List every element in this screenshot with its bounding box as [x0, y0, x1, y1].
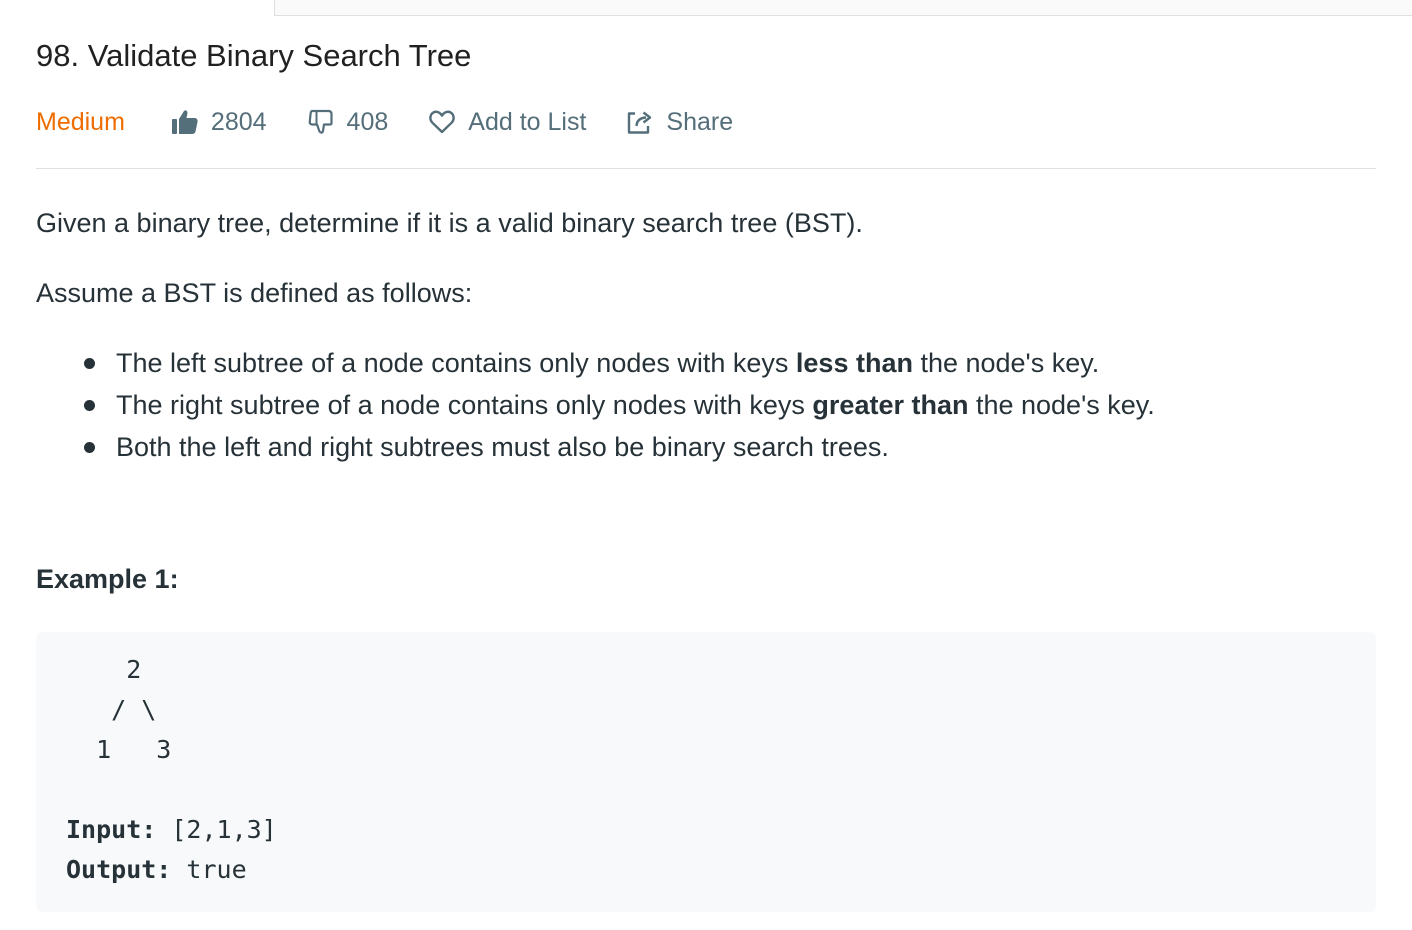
heart-icon [429, 110, 456, 134]
example-title: Example 1: [36, 564, 179, 594]
output-label: Output: [66, 855, 172, 884]
example-pre: 2 / \ 1 3 Input: [2,1,3] Output: true [36, 632, 1376, 890]
share-button[interactable]: Share [626, 108, 733, 137]
tree-line: / \ [66, 695, 157, 724]
share-label: Share [666, 107, 734, 136]
like-button[interactable]: 2804 [171, 108, 267, 137]
add-to-list-button[interactable]: Add to List [428, 108, 586, 137]
share-icon [628, 111, 652, 134]
list-item: Both the left and right subtrees must al… [36, 426, 1376, 468]
output-value: true [171, 855, 247, 884]
bullet-icon [84, 358, 95, 369]
add-to-list-label: Add to List [468, 107, 587, 136]
problem-meta-bar: Medium 2804 408 Add to List Share [36, 104, 773, 140]
thumbs-up-icon [171, 110, 198, 134]
like-count: 2804 [210, 107, 267, 136]
tree-line: 1 3 [66, 735, 172, 764]
description-intro: Given a binary tree, determine if it is … [36, 208, 863, 238]
list-item: The right subtree of a node contains onl… [36, 384, 1376, 426]
top-tab-bar [274, 0, 1412, 16]
description-assumption: Assume a BST is defined as follows: [36, 278, 473, 308]
problem-title: 98. Validate Binary Search Tree [36, 38, 472, 73]
header-divider [36, 168, 1376, 169]
tree-line: 2 [66, 655, 142, 684]
list-item: The left subtree of a node contains only… [36, 342, 1376, 384]
input-value: [2,1,3] [156, 815, 277, 844]
dislike-count: 408 [346, 107, 389, 136]
bullet-icon [84, 400, 95, 411]
problem-description: Given a binary tree, determine if it is … [36, 202, 1376, 468]
thumbs-down-icon [308, 109, 333, 134]
bullet-icon [84, 442, 95, 453]
input-label: Input: [66, 815, 157, 844]
bst-rules-list: The left subtree of a node contains only… [36, 342, 1376, 468]
example-code-block: 2 / \ 1 3 Input: [2,1,3] Output: true [36, 632, 1376, 912]
difficulty-badge: Medium [36, 107, 125, 136]
dislike-button[interactable]: 408 [307, 107, 389, 137]
